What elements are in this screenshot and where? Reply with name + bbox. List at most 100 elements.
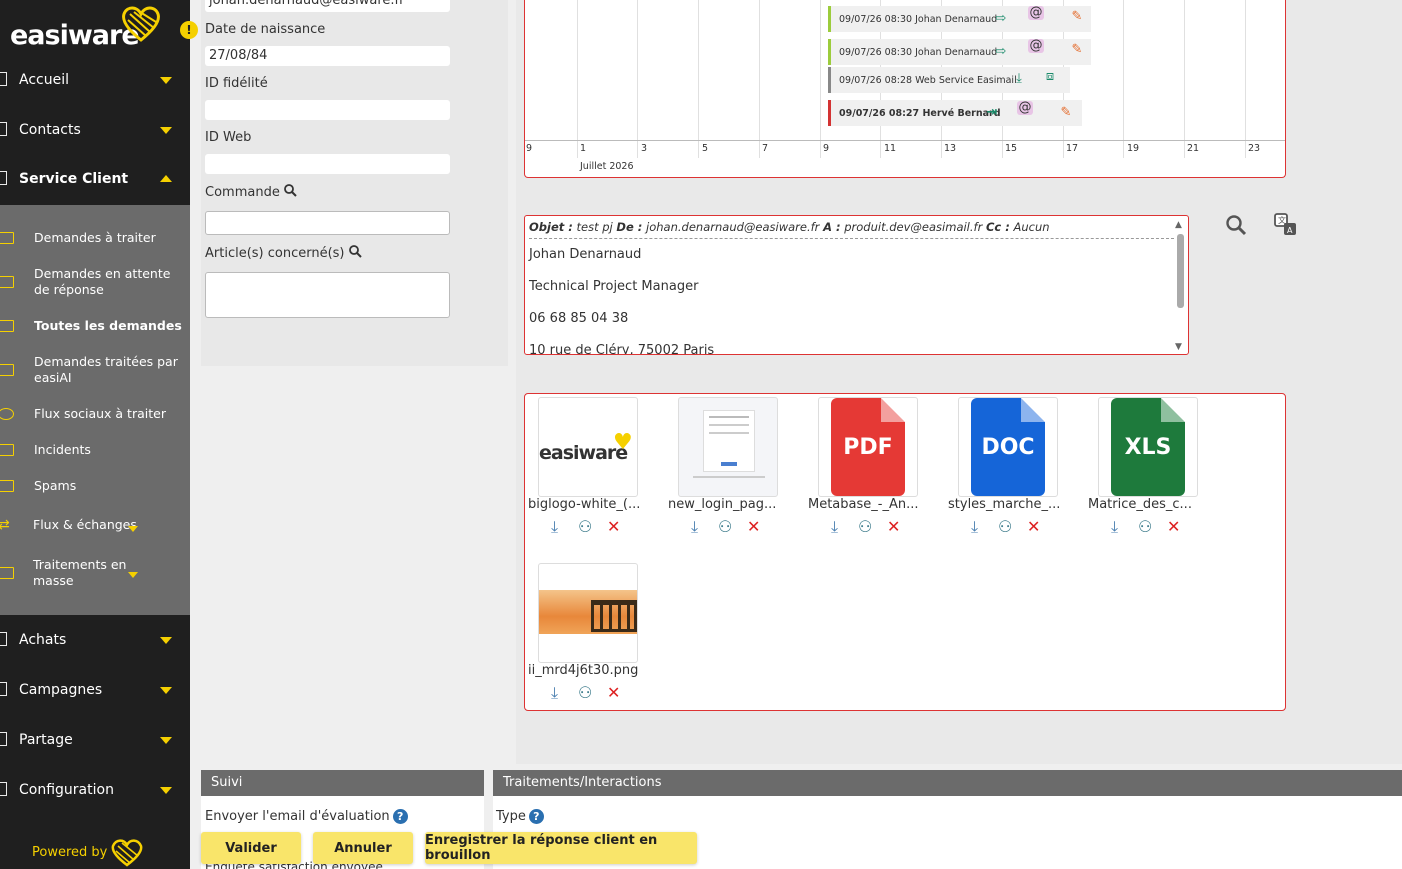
download-icon[interactable]: ⤓ — [1111, 518, 1118, 536]
sub-item-spams[interactable]: Spams — [0, 478, 190, 498]
sidebar-item-partage[interactable]: Partage — [0, 718, 190, 762]
chevron-down-icon — [160, 637, 172, 644]
sub-item-flux-sociaux[interactable]: Flux sociaux à traiter — [0, 406, 190, 426]
add-contact-icon[interactable]: ⚇ — [718, 518, 732, 536]
add-contact-icon[interactable]: ⚇ — [578, 684, 592, 702]
gridline — [698, 0, 699, 158]
download-icon[interactable]: ⤓ — [971, 518, 978, 536]
chevron-down-icon — [128, 572, 138, 578]
search-icon[interactable] — [1225, 214, 1247, 236]
help-icon[interactable]: ? — [528, 809, 544, 824]
email-scrollbar[interactable]: ▲ ▼ — [1175, 220, 1187, 352]
at-icon[interactable]: @ — [1028, 6, 1044, 20]
event-text: 09/07/26 08:27 Hervé Bernard — [839, 107, 1001, 119]
easiware-logo[interactable]: easiware — [8, 6, 168, 56]
attachment-thumbnail[interactable]: DOC — [958, 397, 1058, 497]
attachment-tile[interactable]: DOC styles_marche_... ⤓ ⚇ ✕ — [945, 394, 1075, 544]
email-body-line: Johan Denarnaud — [529, 247, 642, 262]
paperclip-icon[interactable]: ✎ — [1058, 106, 1074, 120]
delete-icon[interactable]: ✕ — [1167, 518, 1180, 536]
dob-field[interactable]: 27/08/84 — [205, 46, 450, 66]
scrollbar-thumb[interactable] — [1177, 234, 1184, 308]
paperclip-icon[interactable]: ✎ — [1069, 10, 1085, 24]
gridline — [820, 0, 821, 158]
attachment-tile[interactable]: new_login_pag... ⤓ ⚇ ✕ — [665, 394, 795, 544]
at-icon[interactable]: @ — [1028, 39, 1044, 53]
eval-label: Envoyer l'email d'évaluation? — [205, 809, 408, 824]
envelope-icon — [0, 364, 14, 376]
sidebar-item-service-client[interactable]: Service Client — [0, 157, 190, 201]
add-contact-icon[interactable]: ⚇ — [1138, 518, 1152, 536]
attachment-actions: ⤓ ⚇ ✕ — [551, 518, 641, 536]
add-contact-icon[interactable]: ⚇ — [858, 518, 872, 536]
commande-field[interactable] — [205, 211, 450, 235]
timeline-event[interactable]: 09/07/26 08:27 Hervé Bernard ⇥ @ ✎ — [828, 100, 1082, 126]
web-label: ID Web — [205, 130, 252, 145]
attachment-thumbnail[interactable] — [678, 397, 778, 497]
gridline — [1184, 0, 1185, 158]
timeline-event[interactable]: 09/07/26 08:28 Web Service Easimail ⤓ ⧈ — [828, 67, 1070, 93]
valider-button[interactable]: Valider — [201, 832, 301, 864]
sub-item-toutes-demandes[interactable]: Toutes les demandes — [0, 318, 190, 338]
service-client-submenu: Demandes à traiter Demandes en attente d… — [0, 205, 190, 615]
translate-icon[interactable]: 文A — [1274, 213, 1298, 237]
attachment-name: Metabase_-_An... — [808, 497, 919, 512]
sidebar: easiware Accueil Contacts Service Client… — [0, 0, 190, 869]
settings-icon — [0, 782, 7, 796]
sidebar-item-campagnes[interactable]: Campagnes — [0, 668, 190, 712]
download-icon[interactable]: ⤓ — [831, 518, 838, 536]
articles-field[interactable] — [205, 272, 450, 318]
sidebar-item-contacts[interactable]: Contacts — [0, 108, 190, 152]
attachment-thumbnail[interactable] — [538, 563, 638, 663]
sidebar-item-achats[interactable]: Achats — [0, 618, 190, 662]
scroll-down-icon[interactable]: ▼ — [1175, 342, 1182, 352]
paperclip-icon[interactable]: ✎ — [1069, 43, 1085, 57]
web-id-field[interactable] — [205, 154, 450, 174]
add-contact-icon[interactable]: ⚇ — [578, 518, 592, 536]
timeline-event[interactable]: 09/07/26 08:30 Johan Denarnaud ⇨ @ ✎ — [828, 39, 1091, 65]
sub-item-flux-echanges[interactable]: ⇄ Flux & échanges — [0, 517, 190, 537]
attachment-tile[interactable]: PDF Metabase_-_An... ⤓ ⚇ ✕ — [805, 394, 935, 544]
sub-item-demandes-a-traiter[interactable]: Demandes à traiter — [0, 230, 190, 250]
sub-item-incidents[interactable]: Incidents — [0, 442, 190, 462]
sidebar-item-accueil[interactable]: Accueil — [0, 58, 190, 102]
email-field[interactable]: johan.denarnaud@easiware.fr — [205, 0, 450, 12]
attachment-tile[interactable]: ii_mrd4j6t30.png ⤓ ⚇ ✕ — [525, 560, 655, 710]
delete-icon[interactable]: ✕ — [1027, 518, 1040, 536]
attachment-thumbnail[interactable]: PDF — [818, 397, 918, 497]
tick-label: 21 — [1187, 143, 1200, 154]
sub-item-label: Demandes en attente de réponse — [34, 266, 171, 297]
download-icon[interactable]: ⤓ — [551, 518, 558, 536]
attachment-tile[interactable]: easiware ♥ biglogo-white_(... ⤓ ⚇ ✕ — [525, 394, 655, 544]
at-icon[interactable]: @ — [1017, 101, 1033, 115]
delete-icon[interactable]: ✕ — [607, 684, 620, 702]
attachment-thumbnail[interactable]: easiware ♥ — [538, 397, 638, 497]
fidelite-field[interactable] — [205, 100, 450, 120]
save-draft-button[interactable]: Enregistrer la réponse client en brouill… — [425, 832, 697, 864]
email-preview[interactable]: Objet : test pj De : johan.denarnaud@eas… — [524, 215, 1189, 355]
attachment-tile[interactable]: XLS Matrice_des_c... ⤓ ⚇ ✕ — [1085, 394, 1215, 544]
sidebar-item-label: Accueil — [19, 72, 69, 88]
delete-icon[interactable]: ✕ — [887, 518, 900, 536]
email-body-line: 06 68 85 04 38 — [529, 311, 629, 326]
gridline — [1245, 0, 1246, 158]
file-fold — [881, 398, 905, 422]
incoming-icon: ⇥ — [986, 105, 998, 120]
help-icon[interactable]: ? — [392, 809, 408, 824]
sub-item-easiai[interactable]: Demandes traitées par easiAI — [0, 354, 190, 388]
sidebar-item-configuration[interactable]: Configuration — [0, 768, 190, 812]
add-contact-icon[interactable]: ⚇ — [998, 518, 1012, 536]
download-icon[interactable]: ⤓ — [551, 684, 558, 702]
sub-item-attente-reponse[interactable]: Demandes en attente de réponse — [0, 266, 190, 300]
sub-item-traitements-masse[interactable]: Traitements en masse — [0, 557, 190, 591]
delete-icon[interactable]: ✕ — [747, 518, 760, 536]
delete-icon[interactable]: ✕ — [607, 518, 620, 536]
attachment-thumbnail[interactable]: XLS — [1098, 397, 1198, 497]
timeline-event[interactable]: 09/07/26 08:30 Johan Denarnaud ⇨ @ ✎ — [828, 6, 1091, 32]
annuler-button[interactable]: Annuler — [313, 832, 413, 864]
search-icon[interactable] — [284, 184, 297, 197]
search-icon[interactable] — [348, 245, 362, 258]
download-icon[interactable]: ⤓ — [691, 518, 698, 536]
event-text: 09/07/26 08:30 Johan Denarnaud — [839, 46, 998, 58]
scroll-up-icon[interactable]: ▲ — [1175, 220, 1182, 230]
